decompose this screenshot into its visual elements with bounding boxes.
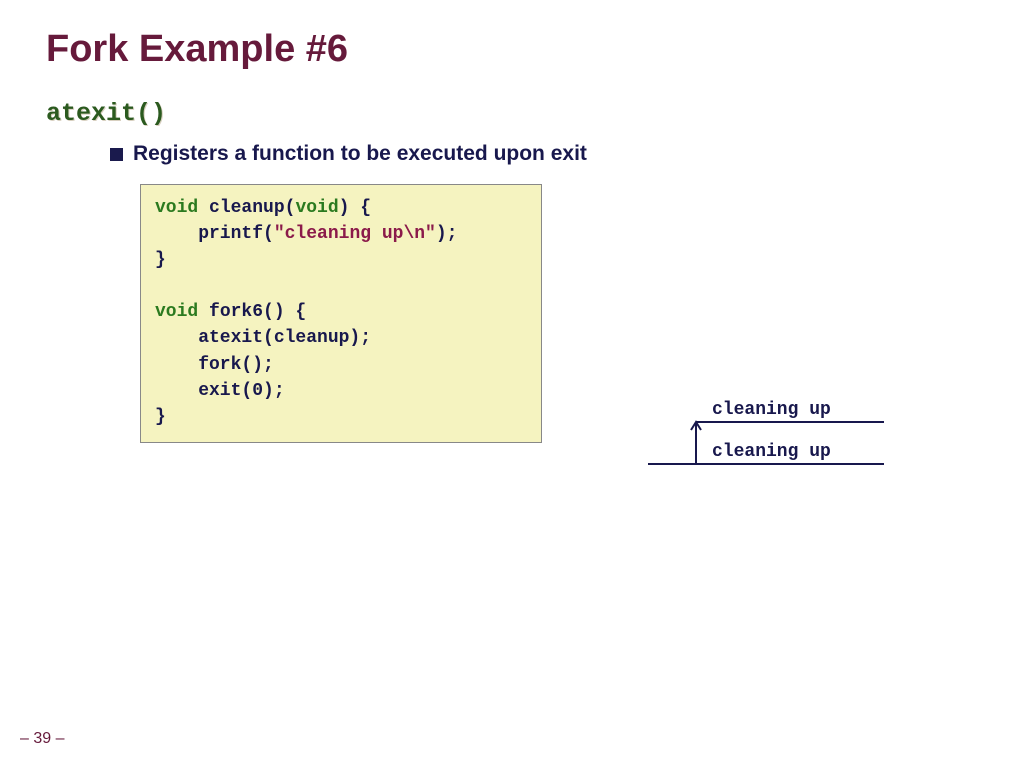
- slide: Fork Example #6 atexit() Registers a fun…: [0, 0, 1024, 768]
- diagram-label-lower: cleaning up: [712, 442, 831, 462]
- code-keyword: void: [155, 302, 198, 322]
- code-string: "cleaning up\n": [274, 224, 436, 244]
- code-text: atexit(cleanup);: [155, 328, 371, 348]
- code-text: }: [155, 250, 166, 270]
- code-text: cleanup(: [198, 198, 295, 218]
- square-bullet-icon: [110, 148, 123, 161]
- code-text: }: [155, 407, 166, 427]
- code-keyword: void: [295, 198, 338, 218]
- code-text: ) {: [339, 198, 371, 218]
- bullet-item: Registers a function to be executed upon…: [110, 142, 978, 166]
- diagram-label-upper: cleaning up: [712, 400, 831, 420]
- slide-title: Fork Example #6: [46, 28, 978, 71]
- code-text: exit(0);: [155, 381, 285, 401]
- page-number: – 39 –: [20, 730, 64, 748]
- bullet-text: Registers a function to be executed upon…: [133, 142, 587, 166]
- code-text: printf(: [155, 224, 274, 244]
- fork-diagram: cleaning up cleaning up: [648, 378, 884, 470]
- code-text: fork6() {: [198, 302, 306, 322]
- code-text: );: [436, 224, 458, 244]
- subheading-atexit: atexit(): [46, 99, 978, 128]
- code-keyword: void: [155, 198, 198, 218]
- code-text: fork();: [155, 355, 274, 375]
- code-block: void cleanup(void) { printf("cleaning up…: [140, 184, 542, 443]
